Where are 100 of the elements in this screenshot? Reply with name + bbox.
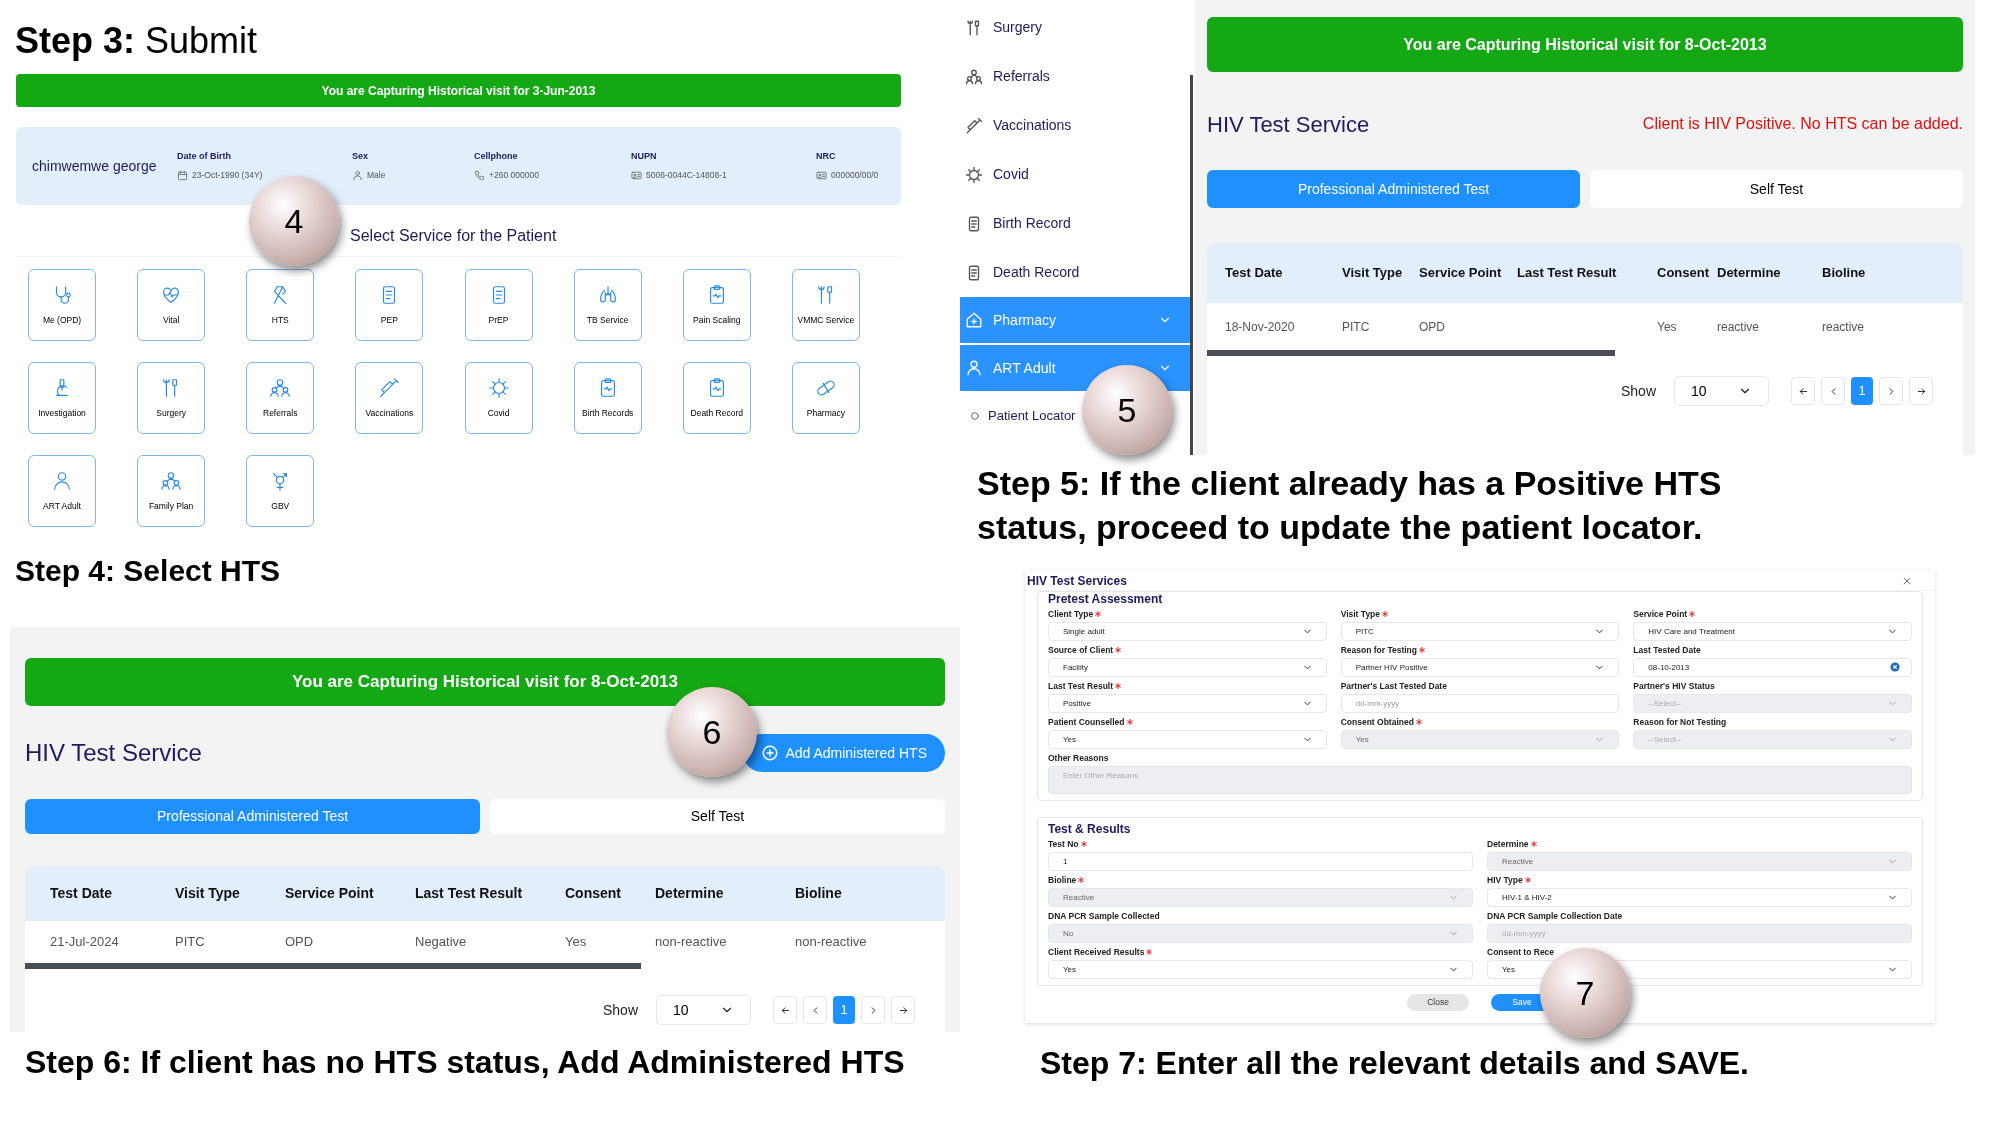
- first-page-button[interactable]: [773, 996, 797, 1024]
- last-page-button[interactable]: [1909, 377, 1933, 405]
- service-tile[interactable]: Family Plan: [137, 455, 206, 527]
- select-field[interactable]: PITC: [1340, 622, 1620, 641]
- first-page-button[interactable]: [1791, 377, 1815, 405]
- column-header: Bioline: [795, 884, 843, 903]
- sidebar-item[interactable]: Birth Record: [960, 199, 1195, 248]
- phone-icon: [474, 169, 485, 181]
- service-tile[interactable]: Pain Scaling: [682, 269, 751, 341]
- service-tile[interactable]: PrEP: [464, 269, 533, 341]
- field-label: Other Reasons: [1048, 751, 1109, 765]
- table-cell-text: OPD: [285, 933, 315, 952]
- field-label: Last Test Result: [1048, 679, 1114, 693]
- close-icon: [1902, 575, 1912, 586]
- previous-page-button[interactable]: [803, 996, 827, 1024]
- field-label: Cellphone: [474, 150, 519, 164]
- last-page-button[interactable]: [891, 996, 915, 1024]
- field-label: Visit Type: [1340, 607, 1381, 621]
- select-field[interactable]: Yes: [1048, 960, 1473, 979]
- service-tile[interactable]: GBV: [246, 455, 315, 527]
- horizontal-scrollbar[interactable]: [25, 963, 642, 969]
- field-label: Date of Birth: [177, 150, 232, 164]
- sidebar-item[interactable]: Referrals: [960, 52, 1195, 101]
- service-tile[interactable]: HTS: [246, 269, 315, 341]
- service-tile[interactable]: VMMC Service: [791, 269, 860, 341]
- service-tile[interactable]: TB Service: [573, 269, 642, 341]
- service-tile[interactable]: Vital: [137, 269, 206, 341]
- field-label: HIV Type: [1487, 873, 1523, 887]
- tab[interactable]: Self Test: [1590, 170, 1963, 208]
- column-header: Visit Type: [1341, 264, 1404, 283]
- sidebar-item[interactable]: Covid: [960, 150, 1195, 199]
- plus-circle-icon: [761, 744, 780, 762]
- service-tile[interactable]: Vaccinations: [355, 362, 424, 434]
- last-page-icon: [897, 1004, 909, 1016]
- people-icon: [965, 67, 983, 86]
- circle-icon: [970, 411, 980, 421]
- date-field[interactable]: dd-mm-yyyy: [1340, 694, 1620, 713]
- syringe-icon: [378, 376, 401, 399]
- clear-icon[interactable]: [1890, 662, 1900, 672]
- field-label: Consent Obtained: [1340, 715, 1414, 729]
- date-field[interactable]: 08-10-2013: [1633, 658, 1912, 677]
- field-value: +260 000000: [489, 168, 539, 182]
- field-label: Last Tested Date: [1633, 643, 1701, 657]
- service-tile[interactable]: Birth Records: [573, 362, 642, 434]
- input-field[interactable]: 1: [1048, 852, 1473, 871]
- column-header: Test Date: [49, 884, 113, 903]
- select-field[interactable]: HIV Care and Treatment: [1633, 622, 1912, 641]
- field-label: Test No: [1048, 837, 1079, 851]
- service-tile[interactable]: Me (OPD): [28, 269, 96, 341]
- column-header: Bioline: [1822, 264, 1867, 283]
- field-label: Source of Client: [1048, 643, 1114, 657]
- dialog-button[interactable]: Close: [1407, 994, 1469, 1011]
- step-caption: Step 5: If the client already has a Positive HTS status, proceed to update the patient locator.: [977, 463, 1723, 548]
- table-cell-text: Yes: [565, 933, 588, 952]
- field-label: Patient Counselled: [1048, 715, 1125, 729]
- field-label: DNA PCR Sample Collected: [1048, 909, 1160, 923]
- next-page-button[interactable]: [861, 996, 885, 1024]
- field-value: 5006-0044C-14808-1: [646, 168, 727, 182]
- service-tile[interactable]: ART Adult: [28, 455, 96, 527]
- service-tile[interactable]: PEP: [355, 269, 424, 341]
- tab[interactable]: Self Test: [490, 799, 945, 834]
- calendar-icon: [177, 169, 188, 181]
- service-tile[interactable]: Surgery: [137, 362, 206, 434]
- select-field[interactable]: Yes: [1048, 730, 1327, 749]
- field-label: NRC: [816, 150, 837, 164]
- table-cell-text: Negative: [415, 933, 468, 952]
- next-page-button[interactable]: [1879, 377, 1903, 405]
- service-tile[interactable]: Investigation: [28, 362, 96, 434]
- sidebar-item[interactable]: Surgery: [960, 3, 1195, 52]
- service-tile[interactable]: Death Record: [682, 362, 751, 434]
- select-field[interactable]: Facility: [1048, 658, 1327, 677]
- select-field[interactable]: Positive: [1048, 694, 1327, 713]
- column-header: Service Point: [285, 884, 375, 903]
- section-title: Test & Results: [1048, 822, 1132, 836]
- column-header: Determine: [655, 884, 725, 903]
- patient-name: chimwemwe george: [32, 156, 158, 176]
- person-icon: [965, 359, 983, 377]
- syringe-icon: [965, 116, 983, 135]
- first-page-icon: [1797, 385, 1809, 397]
- id-card-icon: [631, 169, 642, 181]
- service-tile[interactable]: Pharmacy: [791, 362, 860, 434]
- service-tile[interactable]: Referrals: [246, 362, 315, 434]
- select-field[interactable]: Single adult: [1048, 622, 1327, 641]
- sidebar-item[interactable]: Vaccinations: [960, 101, 1195, 150]
- field-label: Reason for Testing: [1340, 643, 1417, 657]
- first-page-icon: [779, 1004, 791, 1016]
- horizontal-scrollbar[interactable]: [1207, 350, 1616, 356]
- sidebar-item[interactable]: Death Record: [960, 248, 1195, 297]
- previous-page-button[interactable]: [1821, 377, 1845, 405]
- page-size-select[interactable]: 10: [1674, 376, 1769, 406]
- select-field[interactable]: Partner HIV Positive: [1340, 658, 1620, 677]
- field-label: Sex: [352, 150, 369, 164]
- service-tile[interactable]: Covid: [464, 362, 533, 434]
- table-cell-text: Yes: [1656, 318, 1678, 336]
- field-label: Partner's Last Tested Date: [1340, 679, 1447, 693]
- table-cell-text: non-reactive: [795, 933, 868, 952]
- page-size-select[interactable]: 10: [656, 995, 751, 1025]
- select-field[interactable]: HIV-1 & HIV-2: [1487, 888, 1912, 907]
- field-label: Determine: [1487, 837, 1529, 851]
- column-header: Determine: [1717, 264, 1782, 283]
